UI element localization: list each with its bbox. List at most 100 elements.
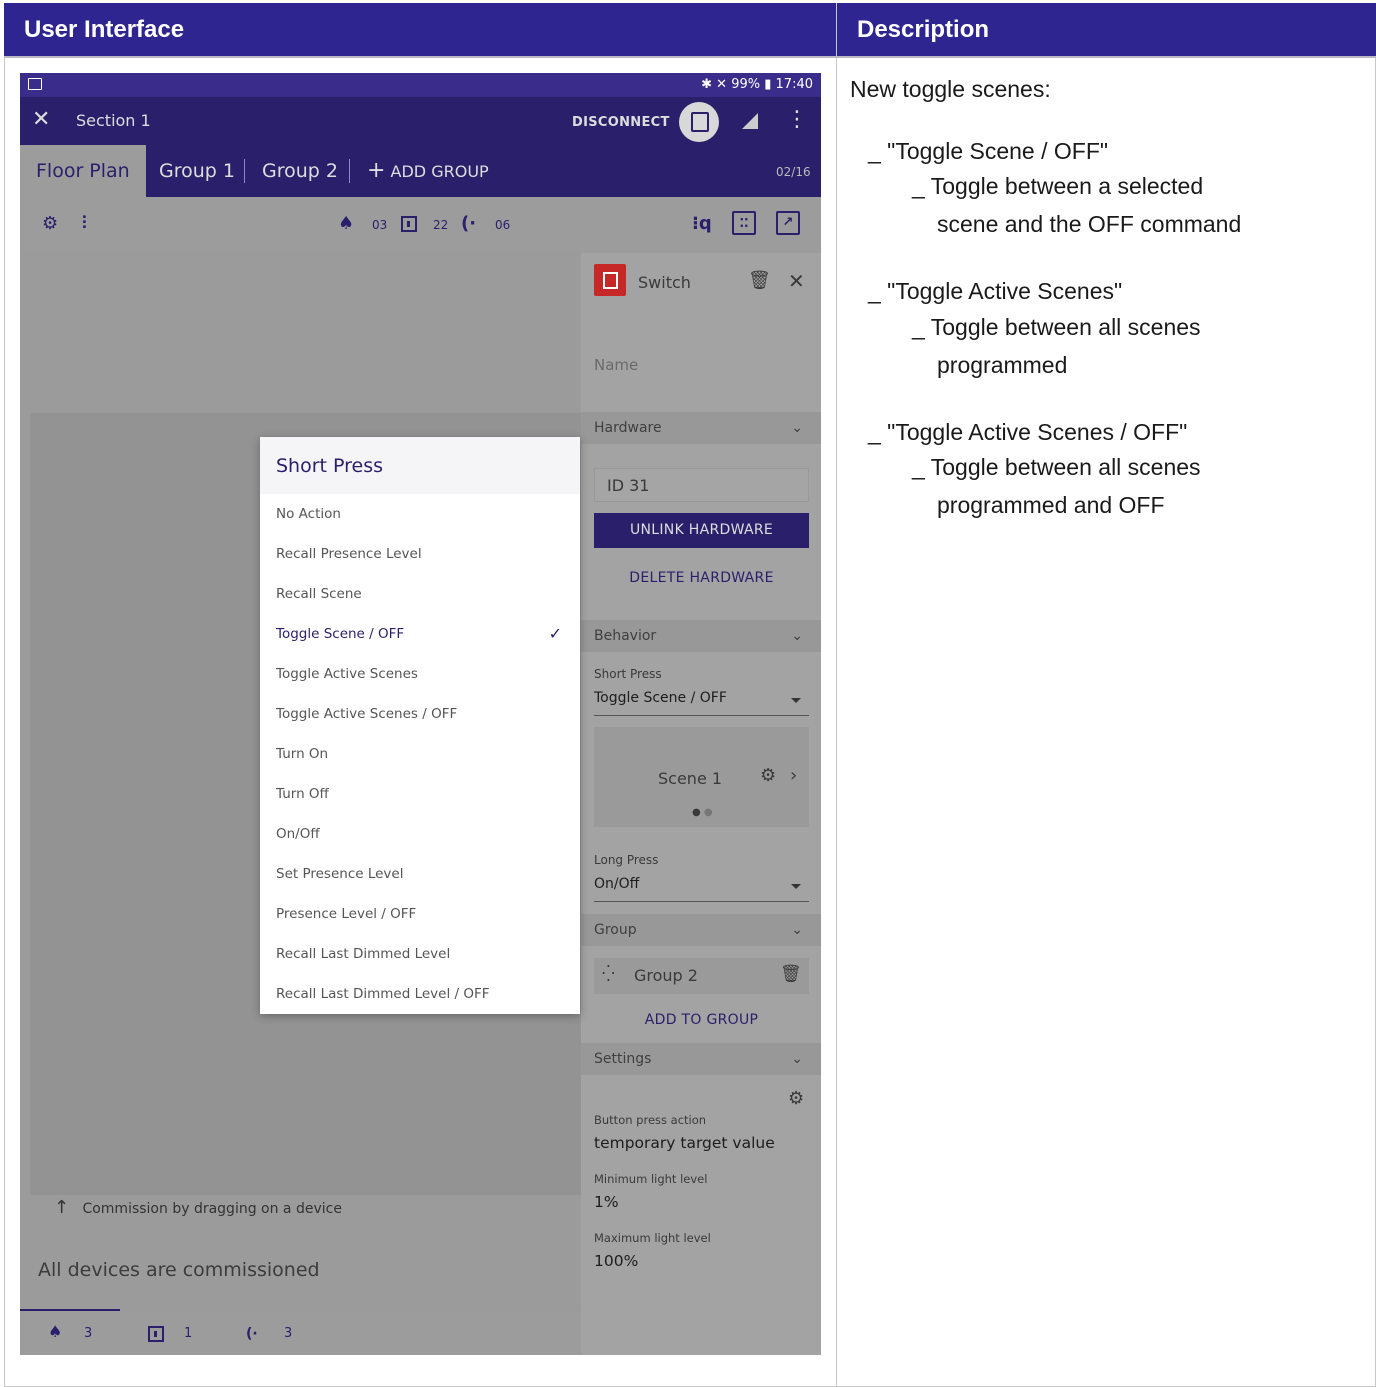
dialog-option-label: Toggle Scene / OFF xyxy=(276,626,405,642)
tab-separator xyxy=(349,159,350,183)
dialog-option[interactable]: Set Presence Level xyxy=(260,854,580,894)
switch-icon xyxy=(401,216,417,232)
close-icon[interactable]: ✕ xyxy=(32,107,50,132)
trash-icon[interactable]: 🗑 xyxy=(748,270,771,291)
tab-group-2[interactable]: Group 2 xyxy=(262,145,338,197)
scene-name: Scene 1 xyxy=(658,769,723,788)
edit-icon[interactable]: ↗ xyxy=(776,211,800,235)
group-tabs: Floor Plan Group 1 Group 2 + ADD GROUP 0… xyxy=(20,145,821,197)
item2-line2: programmed xyxy=(937,352,1068,378)
commission-hint: ↑ Commission by dragging on a device xyxy=(54,1197,342,1218)
sliders-icon[interactable]: ⫶ xyxy=(82,213,87,234)
bottom-switches-count: 1 xyxy=(184,1326,193,1341)
more-vert-icon[interactable]: ⋮ xyxy=(786,107,808,132)
scene-gear-icon[interactable]: ⚙ xyxy=(760,765,776,786)
settings-gear-icon[interactable]: ⚙ xyxy=(788,1088,804,1109)
button-press-value: temporary target value xyxy=(594,1134,775,1152)
battery-percent: 99% xyxy=(731,77,761,92)
description-intro: New toggle scenes: xyxy=(850,76,1051,102)
item2-line1: _ Toggle between all scenes xyxy=(912,314,1201,340)
item1-title: _ "Toggle Scene / OFF" xyxy=(868,138,1109,164)
dialog-option-label: No Action xyxy=(276,506,341,522)
delete-hardware-button[interactable]: DELETE HARDWARE xyxy=(594,570,809,586)
bottom-switch-icon[interactable] xyxy=(148,1326,164,1342)
settings-gear-icon[interactable]: ⚙ xyxy=(42,213,58,234)
battery-icon: ▮ xyxy=(764,77,772,92)
bottom-sensors-count: 3 xyxy=(284,1326,293,1341)
dialog-option-label: Turn Off xyxy=(276,786,329,802)
add-group-button[interactable]: + ADD GROUP xyxy=(367,145,489,197)
dialog-option[interactable]: Turn Off xyxy=(260,774,580,814)
clock: 17:40 xyxy=(775,77,813,92)
close-panel-icon[interactable]: ✕ xyxy=(788,269,805,293)
header-rule xyxy=(4,56,1376,58)
dialog-option-label: Turn On xyxy=(276,746,329,762)
dialog-option[interactable]: Toggle Active Scenes xyxy=(260,654,580,694)
device-screenshot: ✱ ✕ 99% ▮ 17:40 ✕ Section 1 DISCONNECT ⋮… xyxy=(20,73,821,1355)
min-light-label: Minimum light level xyxy=(594,1172,708,1186)
download-icon[interactable] xyxy=(679,102,719,142)
grid-select-icon[interactable]: ⁚⁚ xyxy=(732,211,756,235)
settings-header-label: Settings xyxy=(594,1051,652,1067)
dialog-option-label: Set Presence Level xyxy=(276,866,404,882)
group-name: Group 2 xyxy=(634,966,698,985)
dialog-option-label: Recall Scene xyxy=(276,586,362,602)
dialog-option[interactable]: Recall Scene xyxy=(260,574,580,614)
group-header-label: Group xyxy=(594,922,637,938)
short-press-dialog: Short Press No Action Recall Presence Lev… xyxy=(260,437,580,1014)
max-light-label: Maximum light level xyxy=(594,1231,711,1245)
chevron-down-icon: ⌄ xyxy=(791,922,803,938)
dialog-option-label: Recall Presence Level xyxy=(276,546,422,562)
disconnect-button[interactable]: DISCONNECT xyxy=(572,115,670,130)
group-trash-icon[interactable]: 🗑 xyxy=(780,964,802,984)
chevron-right-icon[interactable]: › xyxy=(790,765,797,786)
item2-title: _ "Toggle Active Scenes" xyxy=(868,278,1123,304)
dialog-option[interactable]: Recall Last Dimmed Level xyxy=(260,934,580,974)
dialog-option[interactable]: Recall Presence Level xyxy=(260,534,580,574)
sensors-count: 06 xyxy=(495,218,511,232)
behavior-section-header[interactable]: Behavior ⌄ xyxy=(581,620,821,652)
tab-count: 02/16 xyxy=(776,165,811,179)
group-item[interactable]: ⁛ Group 2 🗑 xyxy=(594,958,809,994)
bottom-light-icon[interactable]: ♠ xyxy=(48,1322,62,1341)
max-light-value: 100% xyxy=(594,1252,639,1270)
item3-line2: programmed and OFF xyxy=(937,492,1165,518)
short-press-label: Short Press xyxy=(594,667,662,681)
hardware-section-header[interactable]: Hardware ⌄ xyxy=(581,412,821,444)
min-light-value: 1% xyxy=(594,1193,619,1211)
header-description: Description xyxy=(837,3,1376,56)
long-press-dropdown[interactable]: On/Off xyxy=(594,876,809,902)
dialog-option[interactable]: Toggle Scene / OFF ✓ xyxy=(260,614,580,654)
behavior-header-label: Behavior xyxy=(594,628,657,644)
dialog-option[interactable]: Turn On xyxy=(260,734,580,774)
dialog-option-label: Recall Last Dimmed Level / OFF xyxy=(276,986,490,1002)
switch-device-icon xyxy=(594,264,626,296)
dialog-option[interactable]: Recall Last Dimmed Level / OFF xyxy=(260,974,580,1014)
tab-separator xyxy=(244,159,245,183)
unlink-hardware-button[interactable]: UNLINK HARDWARE xyxy=(594,513,809,548)
commission-hint-text: Commission by dragging on a device xyxy=(82,1201,342,1217)
add-to-group-button[interactable]: ADD TO GROUP xyxy=(594,1012,809,1028)
search-devices-icon[interactable]: ⁝q xyxy=(692,213,712,234)
short-press-dropdown[interactable]: Toggle Scene / OFF xyxy=(594,690,809,716)
dialog-options: No Action Recall Presence Level Recall Sce… xyxy=(260,494,580,1014)
all-commissioned-text: All devices are commissioned xyxy=(38,1259,320,1281)
tab-group-1[interactable]: Group 1 xyxy=(159,145,235,197)
dialog-option[interactable]: No Action xyxy=(260,494,580,534)
dialog-title: Short Press xyxy=(260,437,580,494)
floor-toolbar: ⚙ ⫶ ♠ 03 22 (· 06 ⁝q ⁚⁚ ↗ xyxy=(20,197,821,253)
item3-line1: _ Toggle between all scenes xyxy=(912,454,1201,480)
column-divider xyxy=(836,3,837,1387)
settings-section-header[interactable]: Settings ⌄ xyxy=(581,1043,821,1075)
image-notification-icon xyxy=(28,78,42,90)
tab-floor-plan[interactable]: Floor Plan xyxy=(20,145,146,197)
dialog-option[interactable]: Toggle Active Scenes / OFF xyxy=(260,694,580,734)
dialog-option-label: On/Off xyxy=(276,826,320,842)
group-section-header[interactable]: Group ⌄ xyxy=(581,914,821,946)
dialog-option[interactable]: Presence Level / OFF xyxy=(260,894,580,934)
dialog-option[interactable]: On/Off xyxy=(260,814,580,854)
check-icon: ✓ xyxy=(548,624,562,643)
name-field[interactable]: Name xyxy=(594,356,638,374)
scene-card[interactable]: Scene 1 ⚙ › ● ● xyxy=(594,727,809,827)
bottom-sensor-icon[interactable]: (· xyxy=(246,1326,258,1342)
